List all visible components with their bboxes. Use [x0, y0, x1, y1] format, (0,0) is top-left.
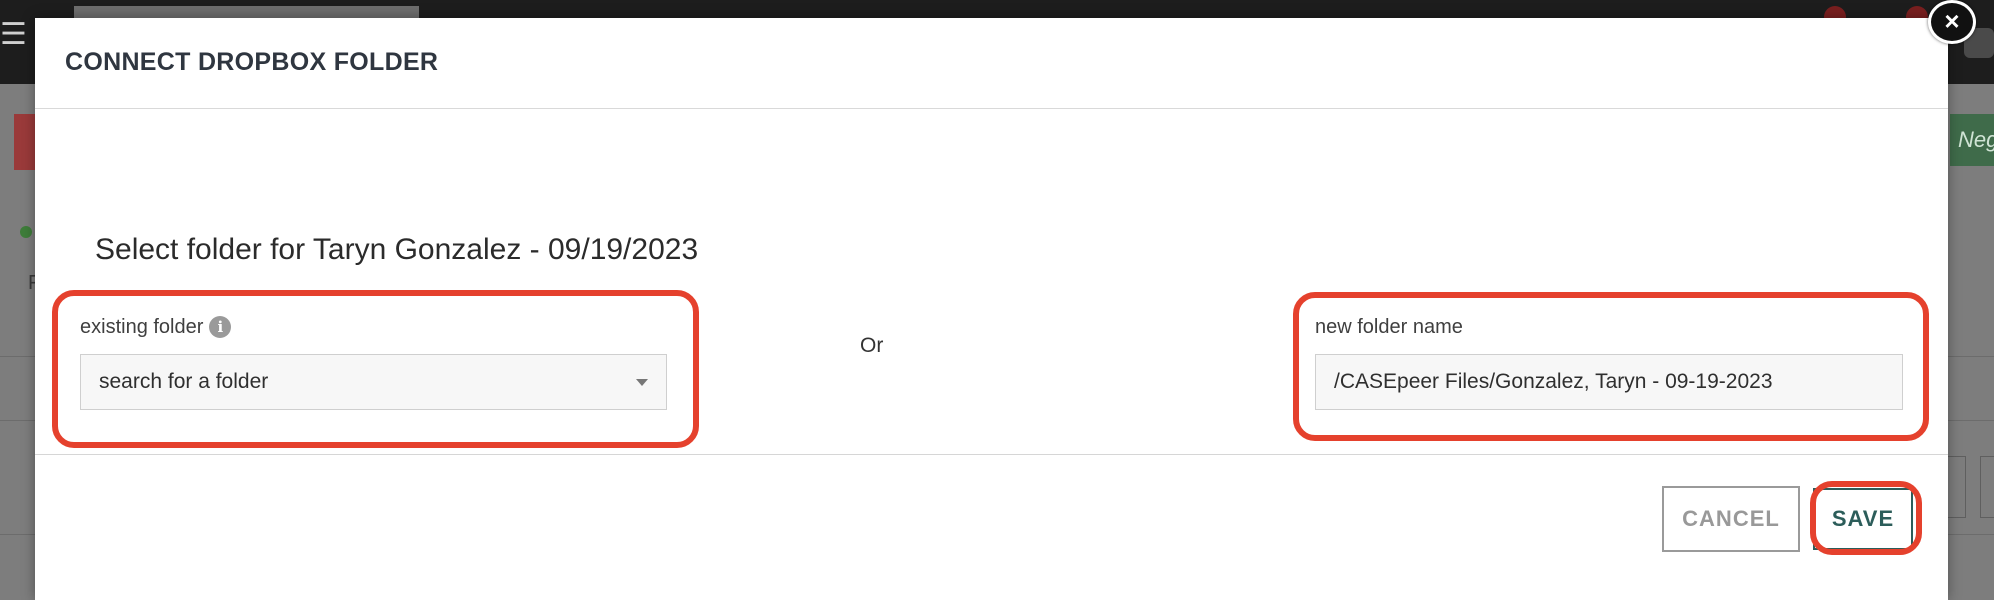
- new-folder-label: new folder name: [1315, 316, 1463, 338]
- modal-header: CONNECT DROPBOX FOLDER: [35, 18, 1948, 109]
- existing-folder-label: existing folder i: [80, 316, 232, 339]
- chevron-down-icon: [636, 379, 648, 386]
- background-green-button: Neg: [1950, 114, 1994, 166]
- connect-dropbox-modal: CONNECT DROPBOX FOLDER Select folder for…: [35, 18, 1948, 600]
- save-button[interactable]: SAVE: [1813, 488, 1913, 550]
- modal-footer-divider: [35, 454, 1948, 455]
- close-icon[interactable]: ×: [1928, 0, 1976, 44]
- existing-folder-placeholder: search for a folder: [99, 370, 269, 393]
- or-separator: Or: [860, 334, 884, 357]
- info-icon[interactable]: i: [209, 316, 232, 338]
- hamburger-icon: ☰: [0, 18, 27, 51]
- new-folder-name-input[interactable]: [1315, 354, 1903, 410]
- existing-folder-label-text: existing folder: [80, 316, 204, 338]
- select-folder-subtitle: Select folder for Taryn Gonzalez - 09/19…: [95, 233, 699, 266]
- cancel-button[interactable]: CANCEL: [1662, 486, 1800, 552]
- existing-folder-select[interactable]: search for a folder: [80, 354, 667, 410]
- background-box: [1980, 456, 1994, 518]
- status-dot: [20, 226, 32, 238]
- modal-title: CONNECT DROPBOX FOLDER: [65, 48, 439, 76]
